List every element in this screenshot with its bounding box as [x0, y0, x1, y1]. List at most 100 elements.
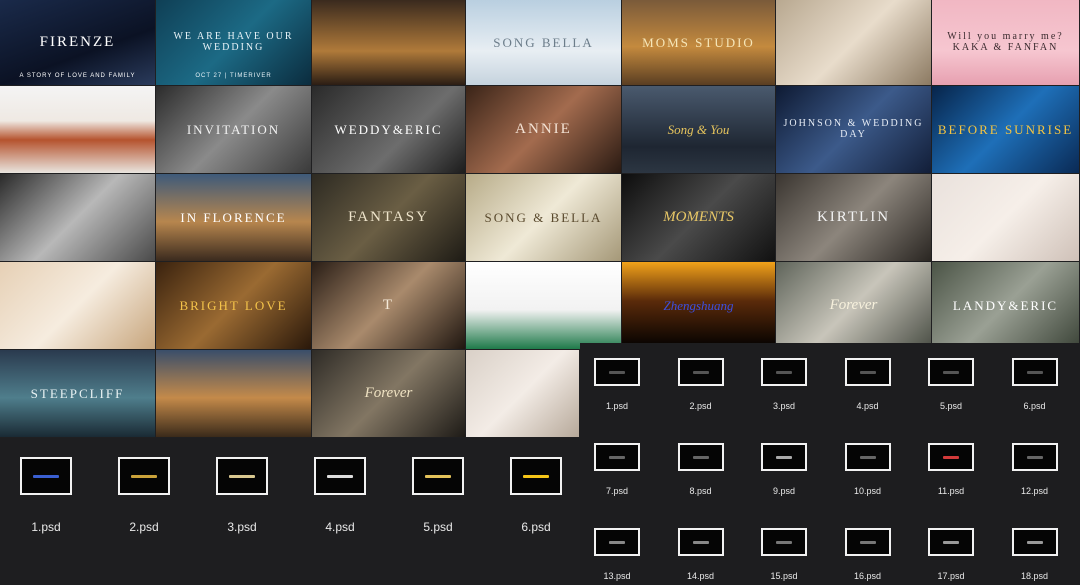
file-thumbnail[interactable]	[844, 528, 891, 556]
file-thumbnail[interactable]	[1011, 528, 1058, 556]
file-name: 4.psd	[856, 401, 879, 411]
template-thumbnail: STEEPCLIFF	[0, 350, 155, 437]
thumbnail-preview-mark	[692, 540, 709, 544]
file-thumbnail[interactable]	[412, 457, 464, 495]
template-thumbnail	[312, 0, 465, 85]
file-thumbnail[interactable]	[216, 457, 268, 495]
psd-file-item[interactable]: 12.psd	[1011, 443, 1058, 496]
file-thumbnail[interactable]	[594, 443, 640, 471]
template-thumbnail: FANTASY	[312, 174, 465, 261]
template-title: INVITATION	[186, 121, 281, 137]
psd-file-item[interactable]: 7.psd	[594, 443, 640, 496]
thumbnail-preview-mark	[131, 474, 157, 478]
psd-file-item[interactable]: 16.psd	[844, 528, 891, 581]
thumbnail-preview-mark	[609, 540, 625, 544]
psd-file-item[interactable]: 10.psd	[844, 443, 891, 496]
template-thumbnail	[932, 174, 1079, 261]
template-thumbnail	[466, 350, 579, 437]
template-title: Will you marry me? KAKA & FANFAN	[947, 31, 1064, 53]
file-thumbnail[interactable]	[677, 443, 724, 471]
file-name: 1.psd	[605, 401, 629, 411]
thumbnail-preview-mark	[229, 474, 255, 478]
thumbnail-preview-mark	[859, 540, 876, 544]
psd-file-item[interactable]: 6.psd	[1011, 358, 1058, 411]
template-title: STEEPCLIFF	[30, 385, 125, 401]
template-thumbnail	[0, 86, 155, 173]
file-thumbnail[interactable]	[928, 443, 974, 471]
psd-file-item[interactable]: 17.psd	[928, 528, 974, 581]
template-thumbnail: ANNIE	[466, 86, 621, 173]
template-thumbnail: Will you marry me? KAKA & FANFAN	[932, 0, 1079, 85]
template-title: BRIGHT LOVE	[179, 297, 288, 313]
file-thumbnail[interactable]	[761, 358, 807, 386]
template-title: FANTASY	[348, 208, 429, 225]
psd-file-item[interactable]: 5.psd	[412, 457, 464, 534]
file-thumbnail[interactable]	[761, 443, 807, 471]
thumbnail-preview-mark	[1026, 455, 1043, 459]
template-thumbnail: Forever	[312, 350, 465, 437]
template-thumbnail: MOMENTS	[622, 174, 775, 261]
thumbnail-preview-mark	[609, 370, 625, 374]
psd-file-item[interactable]: 14.psd	[677, 528, 724, 581]
template-thumbnail	[466, 262, 621, 349]
thumbnail-preview-mark	[943, 540, 959, 544]
psd-file-item[interactable]: 1.psd	[20, 457, 72, 534]
psd-file-item[interactable]: 6.psd	[510, 457, 562, 534]
file-thumbnail[interactable]	[1011, 358, 1058, 386]
psd-file-item[interactable]: 13.psd	[594, 528, 640, 581]
file-name: 10.psd	[853, 486, 882, 496]
file-thumbnail[interactable]	[510, 457, 562, 495]
template-title: LANDY&ERIC	[952, 297, 1059, 313]
file-name: 3.psd	[227, 520, 257, 534]
file-thumbnail[interactable]	[118, 457, 170, 495]
psd-file-item[interactable]: 3.psd	[216, 457, 268, 534]
template-thumbnail	[0, 262, 155, 349]
template-title: SONG & BELLA	[484, 209, 603, 225]
file-thumbnail[interactable]	[928, 528, 974, 556]
file-thumbnail[interactable]	[1011, 443, 1058, 471]
file-name: 15.psd	[770, 571, 798, 581]
psd-file-item[interactable]: 15.psd	[761, 528, 807, 581]
template-thumbnail: SONG BELLA	[466, 0, 621, 85]
psd-file-item[interactable]: 9.psd	[761, 443, 807, 496]
file-name: 11.psd	[937, 486, 965, 496]
file-thumbnail[interactable]	[761, 528, 807, 556]
psd-file-item[interactable]: 5.psd	[928, 358, 974, 411]
file-browser-right: 1.psd 2.psd 3.psd 4.psd 5.psd 6.psd 7.psd 8.psd…	[580, 343, 1080, 585]
file-thumbnail[interactable]	[594, 358, 640, 386]
template-title: JOHNSON & WEDDING DAY	[783, 118, 924, 140]
template-thumbnail	[776, 0, 931, 85]
template-thumbnail: WEDDY&ERIC	[312, 86, 465, 173]
template-thumbnail: Forever	[776, 262, 931, 349]
template-thumbnail: FIRENZE A STORY OF LOVE AND FAMILY	[0, 0, 155, 85]
psd-file-item[interactable]: 1.psd	[594, 358, 640, 411]
file-thumbnail[interactable]	[677, 358, 724, 386]
file-thumbnail[interactable]	[20, 457, 72, 495]
file-thumbnail[interactable]	[594, 528, 640, 556]
psd-file-item[interactable]: 8.psd	[677, 443, 724, 496]
template-title: FIRENZE	[39, 33, 116, 50]
file-name: 1.psd	[31, 520, 61, 534]
psd-file-item[interactable]: 11.psd	[928, 443, 974, 496]
psd-file-item[interactable]: 3.psd	[761, 358, 807, 411]
psd-file-item[interactable]: 4.psd	[314, 457, 366, 534]
file-thumbnail[interactable]	[677, 528, 724, 556]
thumbnail-preview-mark	[523, 474, 549, 478]
psd-file-item[interactable]: 2.psd	[677, 358, 724, 411]
template-title: IN FLORENCE	[180, 209, 287, 225]
psd-file-item[interactable]: 4.psd	[844, 358, 891, 411]
file-thumbnail[interactable]	[844, 358, 891, 386]
file-thumbnail[interactable]	[314, 457, 366, 495]
template-thumbnail: T	[312, 262, 465, 349]
template-thumbnail: INVITATION	[156, 86, 311, 173]
file-thumbnail[interactable]	[928, 358, 974, 386]
template-thumbnail	[156, 350, 311, 437]
template-title: BEFORE SUNRISE	[937, 121, 1074, 137]
file-name: 9.psd	[772, 486, 796, 496]
psd-file-item[interactable]: 2.psd	[118, 457, 170, 534]
template-title: SONG BELLA	[493, 34, 594, 50]
psd-file-item[interactable]: 18.psd	[1011, 528, 1058, 581]
file-thumbnail[interactable]	[844, 443, 891, 471]
thumbnail-preview-mark	[425, 474, 451, 478]
template-thumbnail: WE ARE HAVE OUR WEDDING OCT 27 | TIMERIVE…	[156, 0, 311, 85]
